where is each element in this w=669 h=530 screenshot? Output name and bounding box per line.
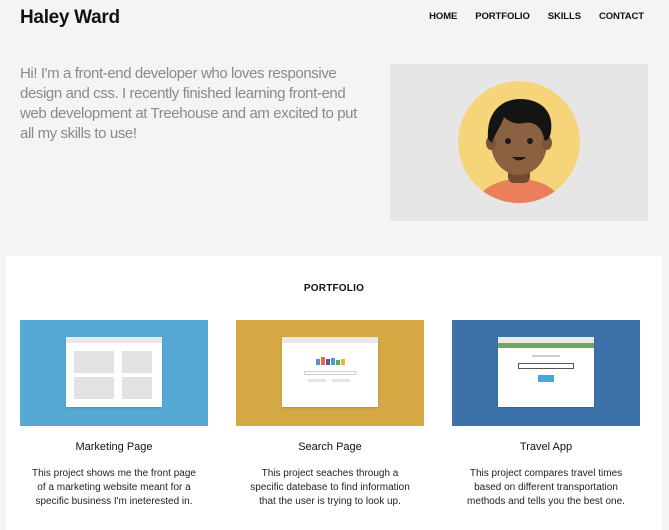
avatar-panel: [390, 64, 648, 221]
avatar-illustration: [458, 81, 580, 203]
intro-text: Hi! I'm a front-end developer who loves …: [20, 65, 357, 142]
portfolio-title: PORTFOLIO: [303, 283, 365, 294]
browser-mockup: [282, 337, 378, 407]
project-description: This project compares travel times based…: [467, 468, 625, 507]
browser-mockup: [498, 337, 594, 407]
project-description: This project seaches through a specific …: [250, 468, 410, 507]
project-title: Search Page: [298, 441, 362, 453]
browser-mockup: [66, 337, 162, 407]
brand-name[interactable]: Haley Ward: [20, 7, 120, 29]
nav-contact[interactable]: CONTACT: [599, 11, 644, 22]
nav-home[interactable]: HOME: [429, 11, 457, 22]
project-description: This project shows me the front page of …: [32, 468, 196, 507]
project-title: Travel App: [519, 441, 573, 453]
nav-skills[interactable]: SKILLS: [548, 11, 581, 22]
portfolio-section: PORTFOLIO Marketing Page This project sh…: [6, 256, 662, 530]
site-header: Haley Ward HOME PORTFOLIO SKILLS CONTACT: [0, 0, 669, 36]
main-nav: HOME PORTFOLIO SKILLS CONTACT: [429, 11, 644, 22]
project-thumbnail[interactable]: [236, 320, 424, 426]
project-thumbnail[interactable]: [20, 320, 208, 426]
project-thumbnail[interactable]: [452, 320, 640, 426]
project-title: Marketing Page: [75, 441, 153, 453]
nav-portfolio[interactable]: PORTFOLIO: [475, 11, 530, 22]
